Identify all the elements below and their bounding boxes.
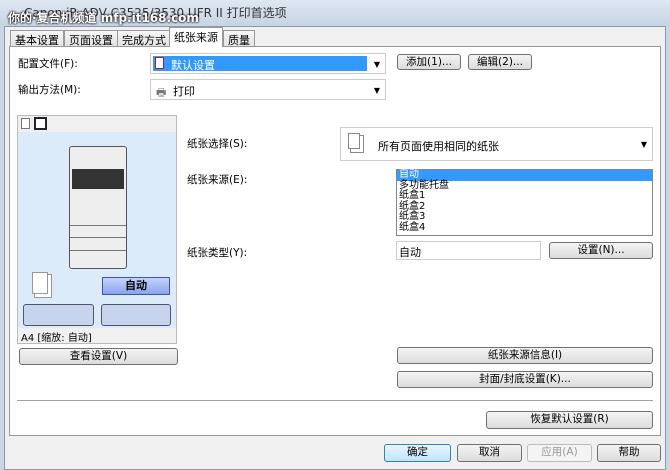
paper-type-settings-button[interactable]: 设置(N)... xyxy=(549,242,653,259)
output-value: 打印 xyxy=(173,85,195,98)
chevron-down-icon: ▼ xyxy=(640,140,647,149)
help-button[interactable]: 帮助 xyxy=(597,444,661,462)
printer-view-icon[interactable] xyxy=(34,117,47,130)
paper-stack-icon xyxy=(32,272,48,294)
tab-quality[interactable]: 质量 xyxy=(223,30,255,47)
restore-defaults-button[interactable]: 恢复默认设置(R) xyxy=(486,411,653,429)
edit-profile-button[interactable]: 编辑(2)... xyxy=(468,54,532,70)
list-item[interactable]: 多功能托盘 xyxy=(397,180,652,192)
cover-settings-button[interactable]: 封面/封底设置(K)... xyxy=(397,371,653,388)
page-view-icon[interactable] xyxy=(21,118,30,129)
chevron-down-icon: ▼ xyxy=(373,60,380,69)
paper-source-listbox[interactable]: 自动 多功能托盘 纸盒1 纸盒2 纸盒3 纸盒4 xyxy=(396,169,653,236)
watermark: 你的·复合机频道 mfp.it168.com xyxy=(8,11,199,25)
cancel-button[interactable]: 取消 xyxy=(457,444,522,462)
tab-paper-source[interactable]: 纸张来源 xyxy=(169,27,223,47)
profile-value: 默认设置 xyxy=(171,59,215,72)
list-item[interactable]: 纸盒3 xyxy=(397,212,652,223)
tab-page[interactable]: 页面设置 xyxy=(64,30,118,47)
printer-image xyxy=(69,146,127,269)
paper-selection-dropdown[interactable]: 所有页面使用相同的纸张 ▼ xyxy=(340,127,653,161)
chevron-down-icon: ▼ xyxy=(373,86,380,95)
profile-label: 配置文件(F): xyxy=(18,58,78,70)
preview-status: A4 [缩放: 自动] xyxy=(18,328,176,344)
source-badge: 自动 xyxy=(102,277,170,295)
add-profile-button[interactable]: 添加(1)... xyxy=(397,54,461,70)
profile-icon xyxy=(155,57,164,69)
profile-dropdown[interactable]: 默认设置 ▼ xyxy=(150,53,386,74)
layout-options-icon xyxy=(23,304,94,326)
tab-basic[interactable]: 基本设置 xyxy=(10,30,64,47)
list-item[interactable]: 纸盒2 xyxy=(397,201,652,213)
pages-icon xyxy=(348,133,360,149)
tab-finishing[interactable]: 完成方式 xyxy=(117,30,171,47)
output-dropdown[interactable]: 🖶 打印 ▼ xyxy=(150,79,386,100)
output-label: 输出方法(M): xyxy=(18,84,81,96)
paper-selection-label: 纸张选择(S): xyxy=(187,138,248,150)
ok-button[interactable]: 确定 xyxy=(384,444,451,462)
separator xyxy=(17,400,653,402)
paper-source-info-button[interactable]: 纸张来源信息(I) xyxy=(397,347,653,364)
paper-type-label: 纸张类型(Y): xyxy=(187,247,248,259)
list-item[interactable]: 自动 xyxy=(397,170,652,181)
printer-icon: 🖶 xyxy=(156,86,167,99)
list-item[interactable]: 纸盒4 xyxy=(397,222,652,234)
paper-source-label: 纸张来源(E): xyxy=(187,174,248,186)
view-settings-button[interactable]: 查看设置(V) xyxy=(19,348,178,365)
paper-type-field[interactable]: 自动 xyxy=(396,241,541,260)
list-item[interactable]: 纸盒1 xyxy=(397,191,652,202)
paper-selection-value: 所有页面使用相同的纸张 xyxy=(378,140,499,153)
color-options-icon xyxy=(101,304,171,326)
preview-panel: 自动 A4 [缩放: 自动] xyxy=(17,115,177,344)
apply-button[interactable]: 应用(A) xyxy=(527,444,592,462)
